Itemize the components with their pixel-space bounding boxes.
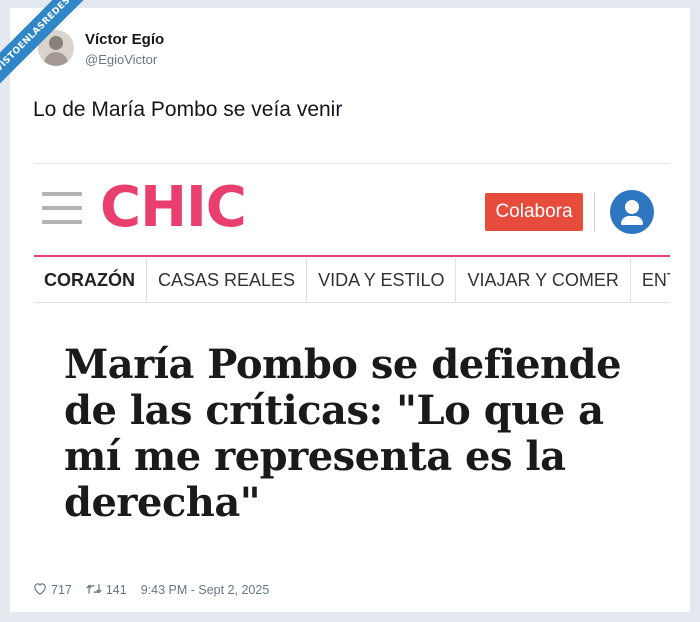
embedded-screenshot: CHIC Colabora CORAZÓN CASAS REALES VIDA … xyxy=(34,163,670,564)
article-headline: María Pombo se defiende de las críticas:… xyxy=(64,342,654,526)
tweet-timestamp[interactable]: 9:43 PM - Sept 2, 2025 xyxy=(141,583,270,597)
headline-line: mí me representa es la xyxy=(64,433,566,480)
nav-item-casas-reales[interactable]: CASAS REALES xyxy=(147,258,308,302)
header-accent-line xyxy=(34,255,670,257)
header-divider xyxy=(594,192,595,232)
user-account-icon[interactable] xyxy=(610,190,654,234)
hamburger-menu-icon[interactable] xyxy=(42,192,82,224)
author-handle[interactable]: @EgioVictor xyxy=(85,52,157,67)
heart-icon[interactable] xyxy=(33,582,47,598)
nav-item-vida-y-estilo[interactable]: VIDA Y ESTILO xyxy=(307,258,457,302)
colabora-button[interactable]: Colabora xyxy=(485,193,583,231)
retweet-icon[interactable] xyxy=(86,583,102,598)
nav-item-viajar-y-comer[interactable]: VIAJAR Y COMER xyxy=(456,258,631,302)
nav-item-corazon[interactable]: CORAZÓN xyxy=(34,258,147,302)
headline-line: María Pombo se defiende xyxy=(64,341,622,388)
tweet-card: Víctor Egío @EgioVictor Lo de María Pomb… xyxy=(10,8,690,612)
headline-line: derecha" xyxy=(64,479,261,526)
tweet-text: Lo de María Pombo se veía venir xyxy=(33,98,343,121)
site-nav: CORAZÓN CASAS REALES VIDA Y ESTILO VIAJA… xyxy=(34,258,670,303)
chic-logo[interactable]: CHIC xyxy=(100,176,247,240)
author-name[interactable]: Víctor Egío xyxy=(85,31,164,48)
nav-item-entretenimiento[interactable]: ENTRETEN xyxy=(631,258,670,302)
headline-line: de las críticas: "Lo que a xyxy=(64,387,604,434)
like-count: 717 xyxy=(51,583,72,597)
tweet-footer: 717 141 9:43 PM - Sept 2, 2025 xyxy=(33,582,269,598)
retweet-count: 141 xyxy=(105,583,127,597)
